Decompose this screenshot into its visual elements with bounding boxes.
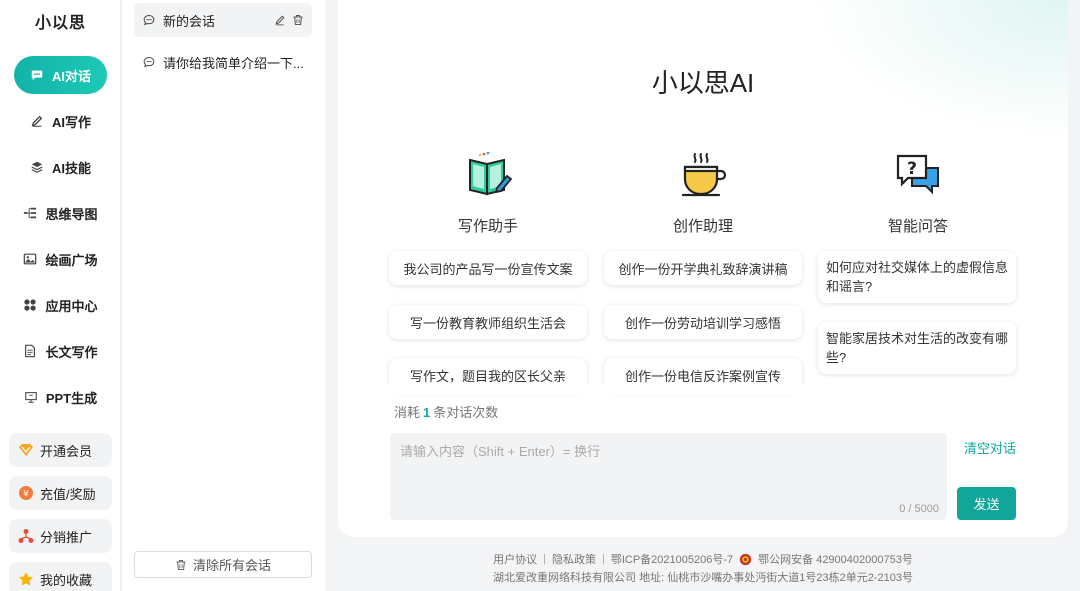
suggestion-card[interactable]: 创作一份开学典礼致辞演讲稿 [604, 251, 802, 285]
suggestion-card[interactable]: 创作一份劳动培训学习感悟 [604, 305, 802, 339]
nav-item-label: PPT生成 [45, 390, 98, 406]
chat-icon [31, 70, 43, 81]
sub-item-label: 开通会员 [40, 443, 93, 459]
layers-icon [31, 161, 43, 173]
privacy-policy-link[interactable]: 隐私政策 [552, 551, 596, 567]
nav-item-label: 长文写作 [45, 344, 98, 360]
chat-bubble-icon [143, 15, 155, 26]
question-chat-icon: ? [896, 154, 939, 195]
left-nav: 小以思 AI对话 AI写作 AI技能 思维导图 绘画广场 应用中心 长文写作 P… [0, 0, 121, 591]
nav-item-mindmap[interactable]: 思维导图 [14, 194, 107, 232]
usage-prefix: 消耗 [394, 405, 421, 420]
sub-item-recharge[interactable]: ¥ 充值/奖励 [9, 476, 112, 510]
column-creative-assistant: 创作助理 [603, 150, 803, 236]
column-heading: 写作助手 [457, 218, 518, 235]
nav-item-label: AI写作 [51, 114, 91, 130]
sub-item-label: 充值/奖励 [40, 486, 96, 502]
trash-icon [176, 559, 186, 570]
conversation-item[interactable]: 新的会话 [134, 3, 312, 37]
book-pen-icon [469, 151, 513, 196]
image-icon [24, 253, 37, 265]
company-address: 地址: 仙桃市沙嘴办事处沔街大道1号23栋2单元2-2103号 [639, 572, 913, 584]
footer-links: 用户协议 | 隐私政策 | 鄂ICP备2021005206号-7 鄂公网安备 4… [338, 551, 1068, 567]
column-smart-qa: ? 智能问答 [818, 150, 1018, 236]
company-name: 湖北爱改重网络科技有限公司 [493, 572, 637, 584]
nav-item-long-writing[interactable]: 长文写作 [14, 332, 107, 370]
police-badge-icon [739, 553, 752, 565]
send-button[interactable]: 发送 [957, 487, 1016, 520]
sub-item-label: 我的收藏 [40, 572, 93, 588]
sub-item-label: 分销推广 [40, 529, 93, 545]
clear-all-conversations-button[interactable]: 清除所有会话 [134, 551, 312, 578]
user-agreement-link[interactable]: 用户协议 [493, 551, 537, 567]
usage-count: 1 [423, 405, 431, 420]
police-record-link[interactable]: 鄂公网安备 42900402000753号 [758, 551, 913, 567]
coffee-cup-icon [681, 153, 727, 197]
brand-logo-text: 小以思 [34, 15, 86, 32]
usage-info: 消耗 1 条对话次数 [394, 402, 498, 421]
nav-item-ai-writing[interactable]: AI写作 [14, 102, 107, 140]
separator: | [601, 553, 605, 565]
chat-main-panel: 小以思AI 写作助手 创作助理 ? 智能问答 我公司的产品写一份宣传文案 写一份… [338, 0, 1068, 537]
conversation-item[interactable]: 请你给我简单介绍一下... [134, 45, 312, 79]
document-icon [25, 344, 36, 358]
sub-item-vip[interactable]: 开通会员 [9, 433, 112, 467]
conversation-title: 请你给我简单介绍一下... [163, 55, 304, 71]
icp-link[interactable]: 鄂ICP备2021005206号-7 [611, 551, 733, 567]
svg-text:?: ? [907, 159, 917, 179]
clear-conversation-button[interactable]: 清空对话 [964, 438, 1016, 457]
suggestion-card[interactable]: 写一份教育教师组织生活会 [389, 305, 587, 339]
apps-icon [24, 299, 37, 311]
share-icon [18, 529, 34, 543]
coin-icon: ¥ [19, 486, 33, 500]
nav-item-app-center[interactable]: 应用中心 [14, 286, 107, 324]
presentation-icon [25, 392, 37, 403]
edit-icon[interactable] [274, 14, 286, 26]
separator: | [543, 553, 546, 565]
usage-suffix: 条对话次数 [433, 405, 499, 420]
star-icon [19, 572, 33, 586]
conversation-list: 新的会话 请你给我简单介绍一下... 清除所有会话 [122, 0, 325, 591]
pen-icon [31, 115, 43, 127]
column-writing-assistant: 写作助手 [388, 150, 588, 236]
column-heading: 智能问答 [887, 218, 948, 235]
mindmap-icon [24, 207, 37, 219]
nav-item-ai-skills[interactable]: AI技能 [14, 148, 107, 186]
nav-item-label: 应用中心 [45, 298, 98, 314]
nav-item-ppt-generate[interactable]: PPT生成 [14, 378, 107, 416]
page-title: 小以思AI [651, 68, 755, 98]
nav-item-label: 绘画广场 [45, 252, 98, 268]
vip-icon [19, 444, 33, 456]
nav-item-label: 思维导图 [45, 206, 98, 222]
suggestion-card[interactable]: 我公司的产品写一份宣传文案 [389, 251, 587, 285]
column-heading: 创作助理 [672, 218, 733, 235]
nav-item-drawing-square[interactable]: 绘画广场 [14, 240, 107, 278]
suggestion-card[interactable]: 如何应对社交媒体上的虚假信息和谣言? [818, 251, 1016, 303]
chat-bubble-icon [143, 57, 155, 68]
conversation-title: 新的会话 [163, 13, 216, 29]
sub-item-favorites[interactable]: 我的收藏 [9, 562, 112, 591]
clear-all-label: 清除所有会话 [192, 558, 271, 573]
nav-item-label: AI对话 [51, 68, 91, 84]
svg-text:¥: ¥ [23, 490, 29, 500]
message-input[interactable] [390, 433, 947, 520]
footer-company: 湖北爱改重网络科技有限公司 地址: 仙桃市沙嘴办事处沔街大道1号23栋2单元2-… [338, 569, 1068, 585]
nav-item-label: AI技能 [51, 160, 91, 176]
message-input-container: 0 / 5000 [390, 433, 947, 520]
nav-item-ai-chat[interactable]: AI对话 [14, 56, 107, 94]
delete-icon[interactable] [292, 14, 304, 26]
char-counter: 0 / 5000 [899, 503, 939, 515]
scroll-fade [378, 385, 1028, 395]
sub-item-distribution[interactable]: 分销推广 [9, 519, 112, 553]
suggestion-card[interactable]: 智能家居技术对生活的改变有哪些? [818, 322, 1016, 374]
